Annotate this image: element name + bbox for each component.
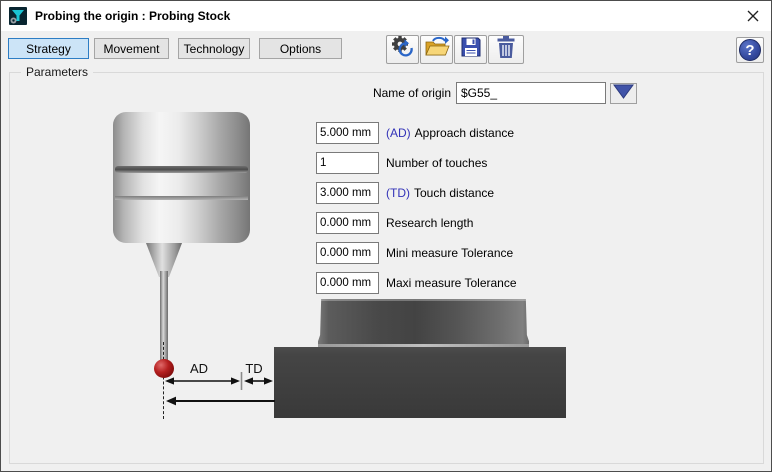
- research-length-text: Research length: [386, 216, 473, 230]
- td-dimension-label: TD: [239, 361, 269, 376]
- close-icon[interactable]: [741, 4, 765, 28]
- open-folder-icon: [424, 34, 450, 65]
- tab-strategy-label: Strategy: [26, 42, 71, 56]
- maxi-measure-tolerance-text: Maxi measure Tolerance: [386, 276, 517, 290]
- save-icon: [459, 35, 483, 64]
- dialog-window: Probing the origin : Probing Stock Strat…: [0, 0, 772, 472]
- title-bar: Probing the origin : Probing Stock: [1, 1, 771, 31]
- approach-distance-text: Approach distance: [415, 126, 514, 140]
- touch-distance-code: (TD): [386, 186, 410, 200]
- approach-distance-input[interactable]: [316, 122, 379, 144]
- tab-options[interactable]: Options: [259, 38, 342, 59]
- save-button[interactable]: [454, 35, 487, 64]
- probe-body-band: [115, 196, 248, 200]
- probe-body-groove: [115, 166, 248, 173]
- tab-technology[interactable]: Technology: [178, 38, 250, 59]
- mini-measure-tolerance-text: Mini measure Tolerance: [386, 246, 513, 260]
- dimension-arrows: [101, 291, 581, 431]
- name-of-origin-input[interactable]: [456, 82, 606, 104]
- open-button[interactable]: [420, 35, 453, 64]
- mini-measure-tolerance-input[interactable]: [316, 242, 379, 264]
- probe-body-illustration: [113, 112, 250, 243]
- delete-button[interactable]: [488, 35, 524, 64]
- touch-distance-input[interactable]: [316, 182, 379, 204]
- tab-movement[interactable]: Movement: [94, 38, 169, 59]
- ad-dimension-label: AD: [184, 361, 214, 376]
- number-of-touches-label: Number of touches: [386, 152, 487, 174]
- research-length-input[interactable]: [316, 212, 379, 234]
- mini-measure-tolerance-label: Mini measure Tolerance: [386, 242, 513, 264]
- trash-icon: [494, 34, 518, 65]
- tab-options-label: Options: [280, 42, 321, 56]
- window-title: Probing the origin : Probing Stock: [35, 1, 230, 31]
- research-length-label: Research length: [386, 212, 473, 234]
- help-button[interactable]: ?: [736, 37, 764, 63]
- approach-distance-label: (AD) Approach distance: [386, 122, 514, 144]
- origin-dropdown-button[interactable]: [610, 83, 637, 104]
- touch-distance-text: Touch distance: [414, 186, 494, 200]
- approach-distance-code: (AD): [386, 126, 411, 140]
- dropdown-triangle-icon: [613, 84, 634, 104]
- number-of-touches-input[interactable]: [316, 152, 379, 174]
- touch-distance-label: (TD) Touch distance: [386, 182, 494, 204]
- number-of-touches-text: Number of touches: [386, 156, 487, 170]
- app-icon: [9, 7, 27, 25]
- probe-settings-icon: [390, 34, 416, 65]
- probe-settings-button[interactable]: [386, 35, 419, 64]
- tab-movement-label: Movement: [103, 42, 159, 56]
- name-of-origin-label: Name of origin: [331, 82, 451, 104]
- help-icon: ?: [739, 39, 761, 61]
- parameters-group-label: Parameters: [21, 65, 93, 79]
- tab-strategy[interactable]: Strategy: [8, 38, 89, 59]
- tab-technology-label: Technology: [184, 42, 245, 56]
